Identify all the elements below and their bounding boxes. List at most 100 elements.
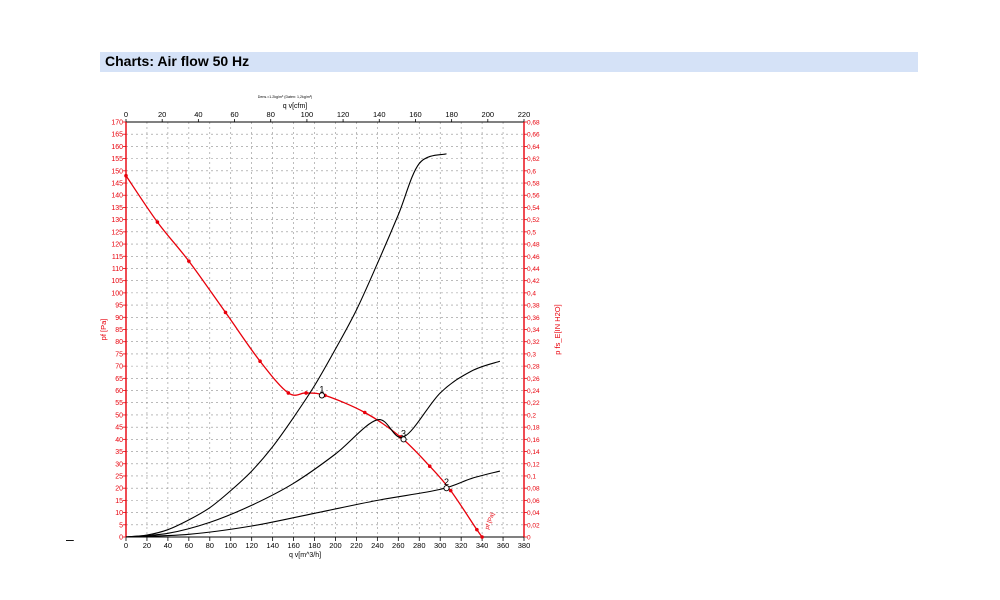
y2-tick-label: 0,66 [527, 132, 540, 139]
series-point [155, 220, 160, 224]
y2-tick-label: 0,1 [527, 473, 536, 480]
x2-tick-label: 20 [158, 110, 166, 119]
x2-tick-label: 200 [482, 110, 495, 119]
y2-tick-label: 0,3 [527, 351, 536, 358]
x-tick-label: 180 [308, 541, 321, 550]
series-point [286, 391, 291, 395]
series-point [258, 359, 262, 364]
y2-tick-label: 0,36 [527, 315, 540, 322]
series-point [475, 527, 479, 532]
x2-tick-label: 0 [124, 110, 128, 119]
x-tick-label: 300 [434, 541, 447, 550]
x2-tick-label: 60 [230, 110, 238, 119]
y2-tick-label: 0,6 [527, 168, 536, 175]
y2-tick-label: 0,24 [527, 388, 540, 395]
y-tick-label: 130 [111, 217, 123, 224]
y-tick-label: 75 [115, 351, 123, 358]
y2-tick-label: 0,64 [527, 144, 540, 151]
y-tick-label: 65 [115, 376, 123, 383]
y2-tick-label: 0,38 [527, 303, 540, 310]
x2-tick-label: 180 [445, 110, 458, 119]
y2-axis-label: p fs_E[IN H2O] [553, 304, 562, 354]
x-tick-label: 80 [206, 541, 214, 550]
x-tick-label: 120 [245, 541, 258, 550]
x2-tick-label: 120 [337, 110, 350, 119]
series-point [427, 464, 432, 469]
x2-tick-label: 220 [518, 110, 531, 119]
y2-tick-label: 0,32 [527, 339, 540, 346]
series-point [363, 410, 367, 415]
x-tick-label: 320 [455, 541, 468, 550]
y2-tick-label: 0,22 [527, 400, 540, 407]
y-tick-label: 155 [111, 156, 123, 163]
x-tick-label: 360 [497, 541, 510, 550]
y-tick-label: 10 [115, 510, 123, 517]
y-tick-label: 55 [115, 400, 123, 407]
y2-tick-label: 0 [527, 535, 531, 542]
y-tick-label: 90 [115, 315, 123, 322]
series-point [480, 535, 484, 539]
y-tick-label: 25 [115, 473, 123, 480]
y2-tick-label: 0,34 [527, 327, 540, 334]
series-point [187, 259, 191, 263]
y2-tick-label: 0,44 [527, 266, 540, 273]
x-tick-label: 0 [124, 541, 128, 550]
y2-tick-label: 0,28 [527, 364, 540, 371]
x2-tick-label: 100 [301, 110, 314, 119]
y2-tick-label: 0,4 [527, 290, 536, 297]
y2-tick-label: 0,68 [527, 120, 540, 127]
y-tick-label: 105 [111, 278, 123, 285]
y-tick-label: 20 [115, 486, 123, 493]
y-tick-label: 145 [111, 181, 123, 188]
y2-tick-label: 0,02 [527, 522, 540, 529]
chart-title: Dens.=1.2kg/m³ (Daten: 1,2kg/m³) [258, 95, 312, 99]
y-tick-label: 170 [111, 120, 123, 127]
x2-tick-label: 80 [267, 110, 275, 119]
y-tick-label: 135 [111, 205, 123, 212]
y-tick-label: 30 [115, 461, 123, 468]
x-tick-label: 140 [266, 541, 279, 550]
y-tick-label: 80 [115, 339, 123, 346]
y-tick-label: 15 [115, 498, 123, 505]
x-tick-label: 220 [350, 541, 363, 550]
y2-tick-label: 0,46 [527, 254, 540, 261]
y-tick-label: 35 [115, 449, 123, 456]
y-tick-label: 5 [119, 522, 123, 529]
y2-tick-label: 0,58 [527, 181, 540, 188]
y2-tick-label: 0,16 [527, 437, 540, 444]
y2-tick-label: 0,62 [527, 156, 540, 163]
x2-tick-label: 40 [194, 110, 202, 119]
y2-tick-label: 0,56 [527, 193, 540, 200]
x-tick-label: 280 [413, 541, 426, 550]
y-tick-label: 40 [115, 437, 123, 444]
y-tick-label: 160 [111, 144, 123, 151]
y2-tick-label: 0,42 [527, 278, 540, 285]
y2-tick-label: 0,26 [527, 376, 540, 383]
x-tick-label: 340 [476, 541, 489, 550]
y-tick-label: 60 [115, 388, 123, 395]
y-tick-label: 95 [115, 303, 123, 310]
y-tick-label: 50 [115, 412, 123, 419]
curve-label: pf [Pa] [485, 512, 497, 531]
y-axis-label: pf [Pa] [99, 319, 108, 341]
series-point [223, 310, 228, 315]
y2-tick-label: 0,5 [527, 229, 536, 236]
y2-tick-label: 0,54 [527, 205, 540, 212]
y2-tick-label: 0,04 [527, 510, 540, 517]
x-axis-label: q v[m^3/h] [289, 552, 321, 559]
x-tick-label: 60 [185, 541, 193, 550]
y2-tick-label: 0,2 [527, 412, 536, 419]
y-tick-label: 120 [111, 242, 123, 249]
y-tick-label: 70 [115, 364, 123, 371]
series-point [124, 173, 128, 178]
series-point [448, 488, 453, 493]
x-tick-label: 260 [392, 541, 405, 550]
y-tick-label: 110 [112, 266, 123, 273]
y-tick-label: 165 [111, 132, 123, 139]
operating-point-label: 1 [319, 384, 324, 394]
x-tick-label: 100 [224, 541, 237, 550]
x2-tick-label: 160 [409, 110, 422, 119]
y-tick-label: 115 [112, 254, 123, 261]
y2-tick-label: 0,06 [527, 498, 540, 505]
x-tick-label: 380 [518, 541, 531, 550]
